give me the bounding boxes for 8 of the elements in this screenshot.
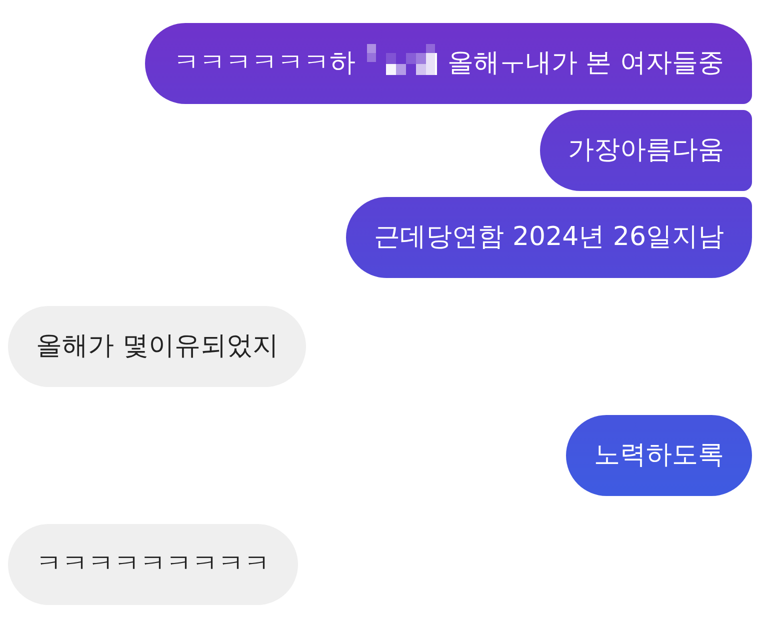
message-text: ㅋㅋㅋㅋㅋㅋㅋㅋㅋ: [36, 548, 270, 581]
message-text: 올해가 몇이유되었지: [36, 330, 278, 363]
message-text: 노력하도록: [594, 439, 724, 472]
pixelated-mosaic-icon: [367, 44, 438, 76]
message-text: ㅋㅋㅋㅋㅋㅋ하: [173, 47, 356, 80]
message-text: 근데당연함 2024년 26일지남: [374, 221, 724, 254]
message-text: 올해ㅜ내가 본 여자들중: [447, 47, 724, 80]
message-text: 가장아름다움: [568, 134, 724, 167]
